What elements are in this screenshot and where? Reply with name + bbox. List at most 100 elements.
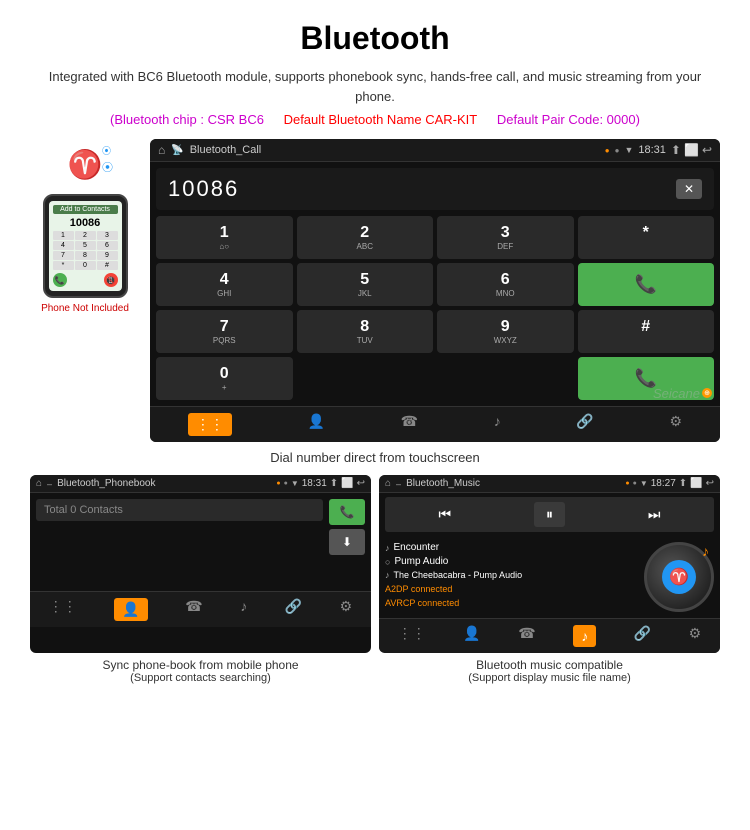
music-wrapper: ⌂ – Bluetooth_Music ● ● ▼ 18:27 ⬆ ⬜ ↩ [379,475,720,684]
mus-caption: Bluetooth music compatible [379,658,720,672]
mus-nav-music[interactable]: ♪ [573,625,596,647]
call-button[interactable]: 📞 [578,263,715,306]
pk4[interactable]: 4 [53,241,74,250]
status1: A2DP connected [385,584,638,594]
nav-music[interactable]: ♪ [494,413,501,436]
phonebook-wrapper: ⌂ – Bluetooth_Phonebook ● ● ▼ 18:31 ⬆ ⬜ … [30,475,371,684]
key-4[interactable]: 4GHI [156,263,293,306]
status2: AVRCP connected [385,598,638,608]
watermark: Seicane [653,386,700,401]
next-btn[interactable]: ⏭ [640,502,669,527]
pb-nav-contacts[interactable]: 👤 [114,598,147,621]
mus-dot1: ● [625,480,629,487]
mus-nav-settings[interactable]: ⚙ [689,625,702,647]
back-icon[interactable]: ↩ [702,143,712,157]
bluetooth-icon: ♈ [68,148,103,181]
backspace-button[interactable]: ✕ [676,179,702,199]
pk9[interactable]: 9 [97,251,118,260]
pb-win[interactable]: ⬜ [341,478,353,489]
pb-dot1: ● [276,480,280,487]
key-9[interactable]: 9WXYZ [437,310,574,353]
dial-caption: Dial number direct from touchscreen [30,450,720,465]
track2-icon: ○ [385,557,390,567]
mus-nav-keypad[interactable]: ⋮⋮ [398,625,426,647]
key-0[interactable]: 0+ [156,357,293,400]
pb-home-icon[interactable]: ⌂ [36,478,42,489]
nav-link[interactable]: 🔗 [576,413,593,436]
key-star[interactable]: * [578,216,715,259]
pb-up[interactable]: ⬆ [330,478,338,489]
mus-caption-sub: (Support display music file name) [379,672,720,684]
key-1[interactable]: 1⌂○ [156,216,293,259]
page-title: Bluetooth [30,20,720,57]
pk7[interactable]: 7 [53,251,74,260]
phone-call-btn[interactable]: 📞 [53,273,67,287]
pk1[interactable]: 1 [53,231,74,240]
pb-nav-settings[interactable]: ⚙ [340,598,353,621]
nav-contacts[interactable]: 👤 [308,413,325,436]
pk8[interactable]: 8 [75,251,96,260]
phone-screen: Add to Contacts 10086 1 2 3 4 5 6 7 8 9 … [49,201,122,291]
key-2[interactable]: 2ABC [297,216,434,259]
nav-keypad[interactable]: ⋮⋮ [188,413,232,436]
mus-win[interactable]: ⬜ [690,478,702,489]
pk5[interactable]: 5 [75,241,96,250]
pk0[interactable]: 0 [75,261,96,270]
music-note-decor: ♪ [702,543,709,559]
pk-star[interactable]: * [53,261,74,270]
mus-up[interactable]: ⬆ [679,478,687,489]
pb-nav-link[interactable]: 🔗 [285,598,302,621]
key-3[interactable]: 3DEF [437,216,574,259]
pb-call-btn[interactable]: 📞 [329,499,365,525]
mus-nav-link[interactable]: 🔗 [634,625,651,647]
pk-hash[interactable]: # [97,261,118,270]
pk2[interactable]: 2 [75,231,96,240]
pb-download-btn[interactable]: ⬇ [329,529,365,555]
phonebook-content: Total 0 Contacts 📞 ⬇ [30,493,371,561]
contacts-area: Total 0 Contacts 📞 ⬇ [36,499,365,555]
dial-screen-header: ⌂ 📡 Bluetooth_Call ● ● ▼ 18:31 ⬆ ⬜ ↩ [150,139,720,162]
phonebook-screen: ⌂ – Bluetooth_Phonebook ● ● ▼ 18:31 ⬆ ⬜ … [30,475,371,653]
prev-btn[interactable]: ⏮ [430,502,459,527]
contacts-bar: Total 0 Contacts [36,499,323,521]
phonebook-buttons: 📞 ⬇ [329,499,365,555]
pb-nav-keypad[interactable]: ⋮⋮ [49,598,77,621]
header-left: ⌂ 📡 Bluetooth_Call [158,143,261,157]
spec-pair: Default Pair Code: 0000) [497,112,640,127]
play-btn[interactable]: ⏸ [534,502,565,527]
key-8[interactable]: 8TUV [297,310,434,353]
bottom-screens: ⌂ – Bluetooth_Phonebook ● ● ▼ 18:31 ⬆ ⬜ … [30,475,720,684]
pb-back[interactable]: ↩ [357,478,365,489]
nav-settings[interactable]: ⚙ [670,413,683,436]
main-screen-area: ♈ ⦿ ⦿ Add to Contacts 10086 1 2 3 4 5 [30,139,720,442]
key-7[interactable]: 7PQRS [156,310,293,353]
pb-nav-call[interactable]: ☎ [185,598,202,621]
home-icon[interactable]: ⌂ [158,143,165,157]
spec-chip: (Bluetooth chip : CSR BC6 [110,112,264,127]
pk6[interactable]: 6 [97,241,118,250]
pb-caption-sub: (Support contacts searching) [30,672,371,684]
mus-dot2: ● [633,480,637,487]
key-5[interactable]: 5JKL [297,263,434,306]
pb-nav-music[interactable]: ♪ [240,598,247,621]
antenna-icon: 📡 [171,145,183,156]
mus-nav-call[interactable]: ☎ [518,625,535,647]
phone-not-included-label: Phone Not Included [41,303,129,314]
bt-icon-area: ♈ ⦿ ⦿ [55,139,115,189]
track1-name: Encounter [394,542,440,553]
phone-mockup: ♈ ⦿ ⦿ Add to Contacts 10086 1 2 3 4 5 [30,139,140,314]
mus-home-icon[interactable]: ⌂ [385,478,391,489]
mus-back[interactable]: ↩ [706,478,714,489]
nav-call[interactable]: ☎ [401,413,418,436]
phone-number: 10086 [53,217,118,229]
track-2: ○ Pump Audio [385,556,638,567]
phone-end-btn[interactable]: 📵 [104,273,118,287]
pk3[interactable]: 3 [97,231,118,240]
up-icon[interactable]: ⬆ [671,143,681,157]
window-icon[interactable]: ⬜ [684,143,699,157]
mus-nav-contacts[interactable]: 👤 [463,625,480,647]
key-hash[interactable]: # [578,310,715,353]
track-1: ♪ Encounter [385,542,638,553]
key-6[interactable]: 6MNO [437,263,574,306]
mus-header-left: ⌂ – Bluetooth_Music [385,478,480,489]
